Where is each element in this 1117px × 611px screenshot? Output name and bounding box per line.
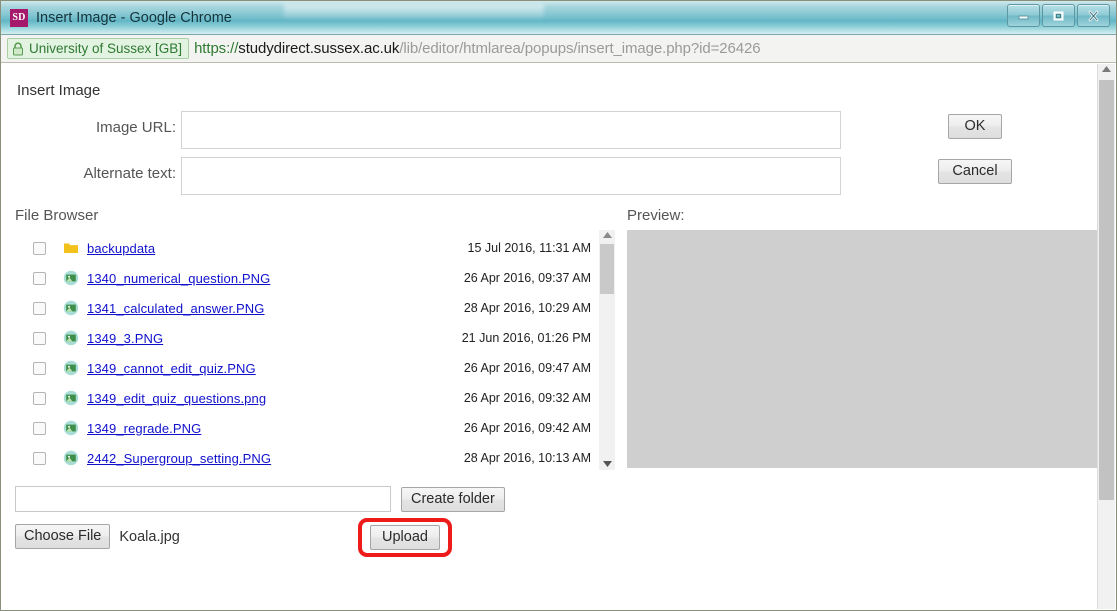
- window-controls: [1007, 4, 1110, 27]
- image-url-label: Image URL:: [95, 119, 176, 136]
- upload-button[interactable]: Upload: [370, 525, 440, 550]
- file-browser-panel: File Browser backupdata 15 Jul 2016, 11:3…: [15, 207, 615, 470]
- url-text[interactable]: https://studydirect.sussex.ac.uk/lib/edi…: [194, 40, 761, 57]
- folder-name-input[interactable]: [15, 486, 391, 512]
- file-name-link[interactable]: 1349_cannot_edit_quiz.PNG: [87, 361, 256, 376]
- url-host: studydirect.sussex.ac.uk: [238, 40, 400, 57]
- file-date: 28 Apr 2016, 10:29 AM: [463, 301, 591, 315]
- dialog-actions: OK Cancel: [935, 114, 1015, 184]
- file-row[interactable]: 2442_Supergroup_setting.PNG 28 Apr 2016, …: [15, 443, 597, 470]
- file-name-link[interactable]: 2442_Supergroup_setting.PNG: [87, 451, 271, 466]
- title-bar: SD Insert Image - Google Chrome: [1, 1, 1116, 35]
- file-date: 21 Jun 2016, 01:26 PM: [461, 331, 591, 345]
- image-file-icon: [63, 360, 79, 376]
- file-date: 15 Jul 2016, 11:31 AM: [467, 241, 591, 255]
- page-scrollbar[interactable]: [1097, 64, 1115, 609]
- preview-image-area: [627, 230, 1097, 468]
- file-name-link[interactable]: backupdata: [87, 241, 155, 256]
- browser-window: SD Insert Image - Google Chrome Universi…: [0, 0, 1117, 611]
- upload-button-highlight: Upload: [358, 518, 452, 557]
- maximize-icon: [1053, 11, 1064, 20]
- page-scroll-up-icon[interactable]: [1098, 66, 1115, 72]
- file-row[interactable]: backupdata 15 Jul 2016, 11:31 AM: [15, 233, 597, 263]
- file-date: 28 Apr 2016, 10:13 AM: [463, 451, 591, 465]
- file-checkbox[interactable]: [33, 241, 46, 255]
- file-checkbox[interactable]: [33, 451, 46, 465]
- titlebar-glare: [284, 4, 544, 18]
- create-folder-button[interactable]: Create folder: [401, 486, 505, 512]
- url-path: /lib/editor/htmlarea/popups/insert_image…: [399, 40, 761, 57]
- image-file-icon: [63, 390, 79, 406]
- file-name-link[interactable]: 1340_numerical_question.PNG: [87, 271, 270, 286]
- file-checkbox[interactable]: [33, 301, 46, 315]
- minimize-icon: [1018, 15, 1029, 20]
- page-viewport: Insert Image Image URL: Alternate text: …: [2, 64, 1115, 609]
- file-list-wrap: backupdata 15 Jul 2016, 11:31 AM 1340_nume…: [15, 230, 615, 470]
- file-date: 26 Apr 2016, 09:37 AM: [463, 271, 591, 285]
- browser-preview-section: File Browser backupdata 15 Jul 2016, 11:3…: [15, 207, 1097, 470]
- image-url-input[interactable]: [181, 111, 841, 149]
- preview-panel: Preview:: [615, 207, 1097, 470]
- image-file-icon: [63, 270, 79, 286]
- window-title: Insert Image - Google Chrome: [36, 9, 232, 26]
- chosen-file-name: Koala.jpg: [119, 528, 180, 545]
- site-identity-badge[interactable]: University of Sussex [GB]: [7, 38, 190, 59]
- site-favicon: SD: [10, 8, 28, 27]
- maximize-button[interactable]: [1042, 4, 1075, 27]
- choose-file-button[interactable]: Choose File: [15, 524, 111, 549]
- file-row[interactable]: 1349_regrade.PNG 26 Apr 2016, 09:42 AM: [15, 413, 597, 443]
- close-button[interactable]: [1077, 4, 1110, 27]
- file-checkbox[interactable]: [33, 361, 46, 375]
- minimize-button[interactable]: [1007, 4, 1040, 27]
- alternate-text-input[interactable]: [181, 157, 841, 195]
- page-title: Insert Image: [17, 82, 101, 99]
- image-file-icon: [63, 420, 79, 436]
- file-list-scroll-thumb[interactable]: [600, 244, 614, 294]
- create-folder-row: Create folder: [15, 486, 1097, 512]
- file-row[interactable]: 1341_calculated_answer.PNG 28 Apr 2016, 1…: [15, 293, 597, 323]
- file-row[interactable]: 1349_3.PNG 21 Jun 2016, 01:26 PM: [15, 323, 597, 353]
- url-scheme: https://: [194, 40, 239, 57]
- file-date: 26 Apr 2016, 09:42 AM: [463, 421, 591, 435]
- address-bar[interactable]: University of Sussex [GB] https://studyd…: [1, 35, 1116, 63]
- cancel-button[interactable]: Cancel: [938, 159, 1012, 184]
- file-list-scrollbar[interactable]: [599, 230, 615, 470]
- file-checkbox[interactable]: [33, 331, 46, 345]
- page-scroll-thumb[interactable]: [1099, 80, 1114, 500]
- folder-icon: [64, 243, 78, 253]
- file-date: 26 Apr 2016, 09:32 AM: [463, 391, 591, 405]
- file-list[interactable]: backupdata 15 Jul 2016, 11:31 AM 1340_nume…: [15, 230, 597, 470]
- ok-button[interactable]: OK: [948, 114, 1002, 139]
- file-row[interactable]: 1349_edit_quiz_questions.png 26 Apr 2016,…: [15, 383, 597, 413]
- preview-title: Preview:: [627, 207, 685, 224]
- file-name-link[interactable]: 1349_3.PNG: [87, 331, 163, 346]
- file-checkbox[interactable]: [33, 391, 46, 405]
- image-file-icon: [63, 450, 79, 466]
- image-file-icon: [63, 300, 79, 316]
- lock-icon: [13, 41, 23, 55]
- file-row[interactable]: 1340_numerical_question.PNG 26 Apr 2016, …: [15, 263, 597, 293]
- scroll-up-icon[interactable]: [599, 232, 615, 238]
- file-name-link[interactable]: 1349_edit_quiz_questions.png: [87, 391, 266, 406]
- scroll-down-icon[interactable]: [599, 461, 615, 467]
- file-browser-title: File Browser: [15, 207, 99, 224]
- file-name-link[interactable]: 1349_regrade.PNG: [87, 421, 201, 436]
- file-checkbox[interactable]: [33, 421, 46, 435]
- file-checkbox[interactable]: [33, 271, 46, 285]
- alternate-text-label: Alternate text:: [83, 165, 176, 182]
- file-date: 26 Apr 2016, 09:47 AM: [463, 361, 591, 375]
- file-row[interactable]: 1349_cannot_edit_quiz.PNG 26 Apr 2016, 09…: [15, 353, 597, 383]
- page-content: Insert Image Image URL: Alternate text: …: [2, 64, 1097, 609]
- file-name-link[interactable]: 1341_calculated_answer.PNG: [87, 301, 265, 316]
- ev-certificate-text: University of Sussex [GB]: [29, 41, 183, 56]
- bottom-controls: Create folder Choose File Koala.jpg Uplo…: [15, 486, 1097, 557]
- image-file-icon: [63, 330, 79, 346]
- close-icon: [1088, 10, 1099, 21]
- upload-row: Choose File Koala.jpg Upload: [15, 518, 1097, 557]
